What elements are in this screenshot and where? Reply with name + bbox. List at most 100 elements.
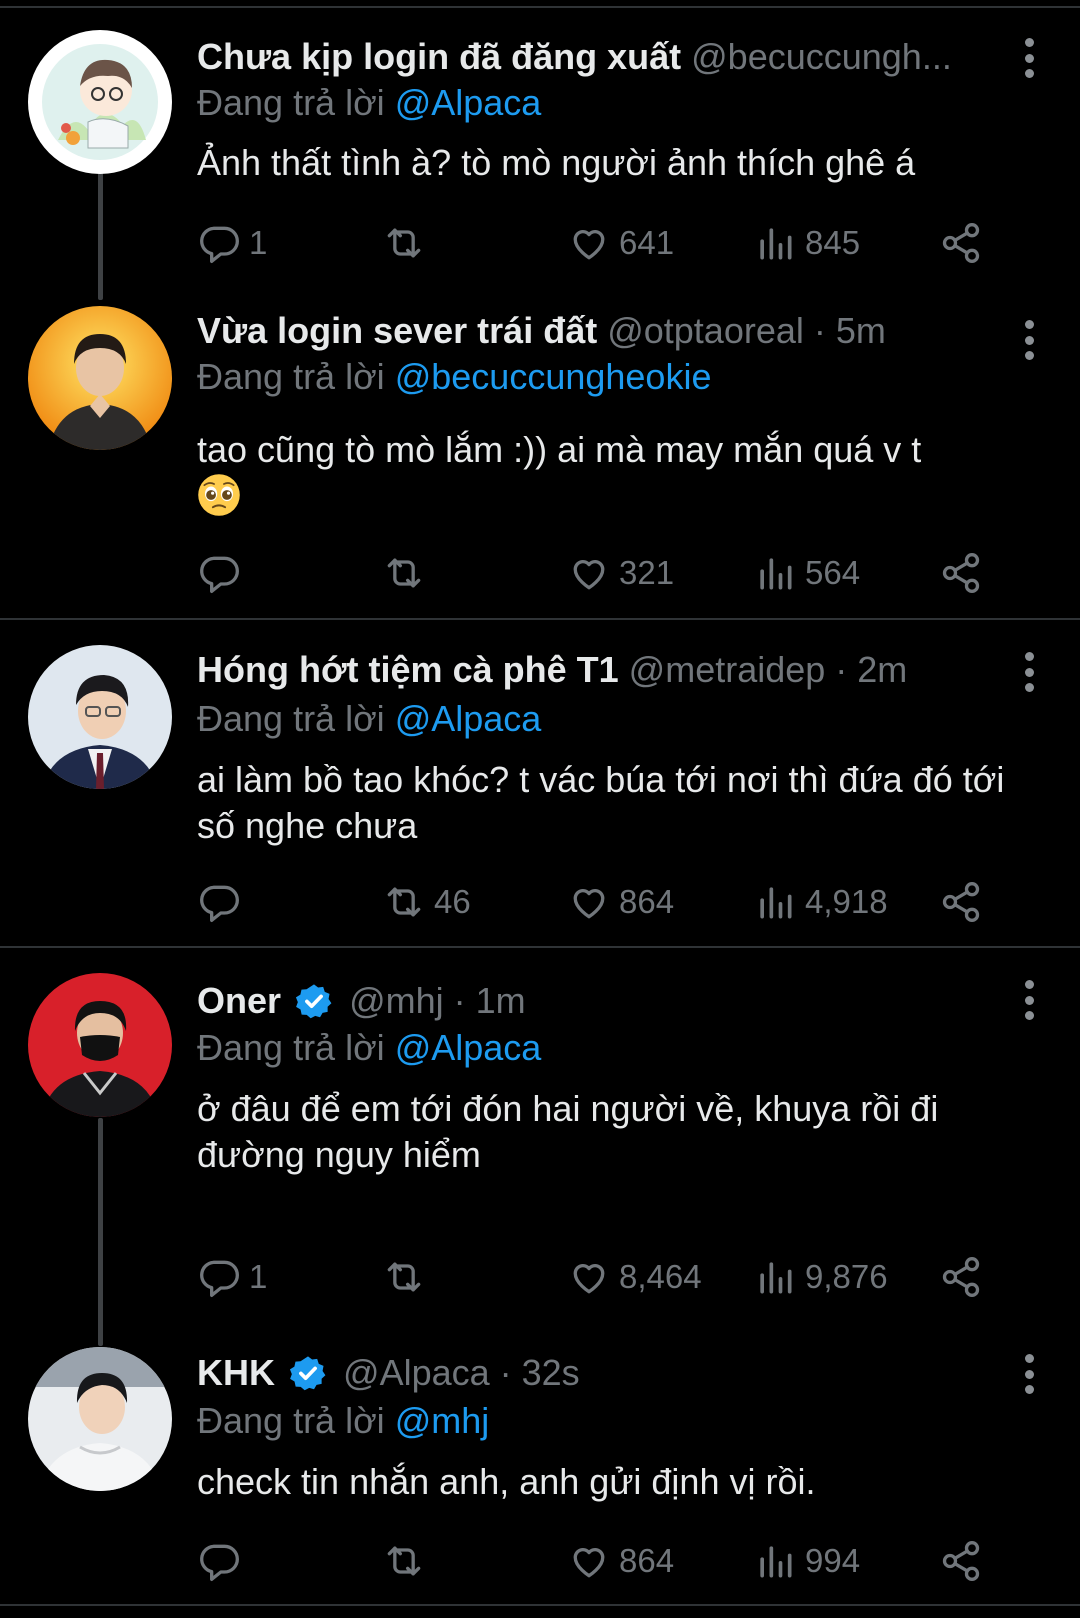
like-icon xyxy=(573,889,605,919)
views-icon xyxy=(760,1262,792,1294)
user-handle[interactable]: @otptaoreal · 5m xyxy=(607,310,886,351)
tweet-text-content: tao cũng tò mò lắm :)) ai mà may mắn quá… xyxy=(197,429,922,470)
retweet-button[interactable] xyxy=(382,1536,434,1586)
views-button[interactable]: 9,876 xyxy=(753,1252,888,1302)
user-handle[interactable]: @Alpaca · 32s xyxy=(343,1352,580,1393)
display-name[interactable]: Vừa login sever trái đất xyxy=(197,310,597,351)
replying-to: Đang trả lời @becuccungheokie xyxy=(197,354,711,400)
share-button[interactable] xyxy=(939,548,991,598)
reply-icon xyxy=(200,556,239,593)
avatar[interactable] xyxy=(28,1347,172,1491)
replying-to-label: Đang trả lời xyxy=(197,82,385,123)
views-count: 4,918 xyxy=(805,883,888,920)
retweet-button[interactable] xyxy=(382,1252,434,1302)
retweet-button[interactable]: 46 xyxy=(382,877,471,927)
like-count: 8,464 xyxy=(619,1258,702,1295)
reply-button[interactable] xyxy=(197,548,249,598)
avatar[interactable] xyxy=(28,645,172,789)
avatar[interactable] xyxy=(28,306,172,450)
like-button[interactable]: 321 xyxy=(567,548,674,598)
reply-count: 1 xyxy=(249,1258,268,1295)
more-icon[interactable] xyxy=(1023,980,1035,1020)
thread-line xyxy=(98,1118,103,1346)
replying-to: Đang trả lời @Alpaca xyxy=(197,696,541,742)
views-icon xyxy=(760,558,792,590)
share-icon xyxy=(942,882,980,922)
reply-button[interactable]: 1 xyxy=(197,218,267,268)
mention-link[interactable]: @Alpaca xyxy=(395,82,542,123)
retweet-icon xyxy=(387,558,421,588)
user-handle[interactable]: @becuccungh... xyxy=(691,36,952,77)
reply-button[interactable]: 1 xyxy=(197,1252,267,1302)
views-button[interactable]: 994 xyxy=(753,1536,860,1586)
mention-link[interactable]: @becuccungheokie xyxy=(395,356,712,397)
replying-to: Đang trả lời @Alpaca xyxy=(197,80,541,126)
reply-button[interactable] xyxy=(197,877,249,927)
like-count: 864 xyxy=(619,1542,675,1579)
reply-icon xyxy=(200,226,239,263)
display-name[interactable]: Chưa kịp login đã đăng xuất xyxy=(197,36,681,77)
user-handle[interactable]: @mhj · 1m xyxy=(349,980,526,1021)
reply-button[interactable] xyxy=(197,1536,249,1586)
tweet-text: ở đâu để em tới đón hai người về, khuya … xyxy=(197,1088,939,1175)
display-name[interactable]: Oner xyxy=(197,980,281,1021)
replying-to-label: Đang trả lời xyxy=(197,1027,385,1068)
share-icon xyxy=(942,553,980,593)
mention-link[interactable]: @mhj xyxy=(395,1400,490,1441)
views-button[interactable]: 845 xyxy=(753,218,860,268)
like-count: 864 xyxy=(619,883,675,920)
more-icon[interactable] xyxy=(1023,652,1035,692)
more-icon[interactable] xyxy=(1023,1354,1035,1394)
more-icon[interactable] xyxy=(1023,320,1035,360)
mention-link[interactable]: @Alpaca xyxy=(395,1027,542,1068)
verified-badge-icon xyxy=(289,1356,326,1391)
like-button[interactable]: 864 xyxy=(567,877,674,927)
action-bar: 46 864 4,918 xyxy=(197,877,1017,927)
pleading-face-emoji xyxy=(198,474,240,516)
views-count: 564 xyxy=(805,554,861,591)
share-button[interactable] xyxy=(939,1536,991,1586)
tweet-divider xyxy=(0,946,1080,948)
more-icon[interactable] xyxy=(1023,38,1035,78)
share-button[interactable] xyxy=(939,218,991,268)
retweet-count: 46 xyxy=(434,883,471,920)
views-button[interactable]: 4,918 xyxy=(753,877,888,927)
like-button[interactable]: 641 xyxy=(567,218,674,268)
views-icon xyxy=(760,1546,792,1578)
replying-to-label: Đang trả lời xyxy=(197,1400,385,1441)
avatar[interactable] xyxy=(28,30,172,174)
replying-to-label: Đang trả lời xyxy=(197,356,385,397)
tweet-text: tao cũng tò mò lắm :)) ai mà may mắn quá… xyxy=(197,427,1027,520)
retweet-button[interactable] xyxy=(382,548,434,598)
retweet-icon xyxy=(387,1262,421,1292)
share-button[interactable] xyxy=(939,1252,991,1302)
tweet-header: Oner @mhj · 1m xyxy=(197,976,990,1026)
views-count: 9,876 xyxy=(805,1258,888,1295)
views-icon xyxy=(760,228,792,260)
tweet-header: Chưa kịp login đã đăng xuất @becuccungh.… xyxy=(197,32,990,82)
like-button[interactable]: 864 xyxy=(567,1536,674,1586)
like-count: 321 xyxy=(619,554,675,591)
action-bar: 864 994 xyxy=(197,1536,1017,1586)
tweet-text: Ảnh thất tình à? tò mò người ảnh thích g… xyxy=(197,142,916,183)
top-divider xyxy=(0,6,1080,8)
share-button[interactable] xyxy=(939,877,991,927)
reply-count: 1 xyxy=(249,224,268,261)
tweet-text: check tin nhắn anh, anh gửi định vị rồi. xyxy=(197,1461,816,1502)
retweet-button[interactable] xyxy=(382,218,434,268)
retweet-icon xyxy=(387,228,421,258)
like-button[interactable]: 8,464 xyxy=(567,1252,702,1302)
action-bar: 1 641 845 xyxy=(197,218,1017,268)
user-handle[interactable]: @metraidep · 2m xyxy=(629,649,908,690)
mention-link[interactable]: @Alpaca xyxy=(395,698,542,739)
action-bar: 1 8,464 9,876 xyxy=(197,1252,1017,1302)
thread-line xyxy=(98,172,103,300)
display-name[interactable]: Hóng hớt tiệm cà phê T1 xyxy=(197,649,619,690)
display-name[interactable]: KHK xyxy=(197,1352,275,1393)
like-count: 641 xyxy=(619,224,675,261)
retweet-icon xyxy=(387,1546,421,1576)
views-button[interactable]: 564 xyxy=(753,548,860,598)
views-count: 994 xyxy=(805,1542,861,1579)
avatar[interactable] xyxy=(28,973,172,1117)
tweet-header: Vừa login sever trái đất @otptaoreal · 5… xyxy=(197,306,990,356)
